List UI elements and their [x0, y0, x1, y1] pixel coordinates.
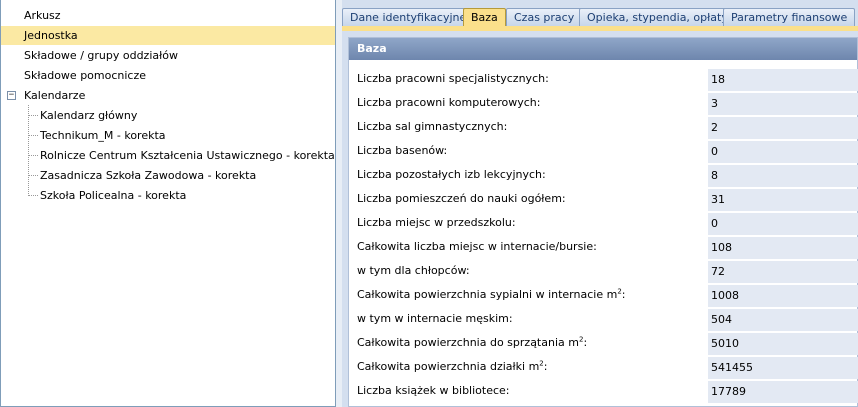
field-value[interactable]: 72 — [708, 261, 858, 283]
field-label-text: Liczba basenów: — [357, 144, 448, 157]
field-value[interactable]: 8 — [708, 165, 858, 187]
tree-item-technikum[interactable]: Technikum_M - korekta — [1, 126, 335, 145]
tab-baza[interactable]: Baza — [463, 8, 506, 26]
form-row: Liczba miejsc w przedszkolu: 0 — [349, 211, 858, 235]
tree-item-label: Składowe pomocnicze — [24, 69, 147, 82]
form-row: Liczba basenów: 0 — [349, 139, 858, 163]
tree-item-label: Zasadnicza Szkoła Zawodowa - korekta — [40, 169, 257, 182]
field-value[interactable]: 0 — [708, 213, 858, 235]
field-value[interactable]: 31 — [708, 189, 858, 211]
field-label: w tym w internacie męskim: — [357, 307, 513, 331]
tree-item-label: Technikum_M - korekta — [40, 129, 166, 142]
field-label-text: Całkowita liczba miejsc w internacie/bur… — [357, 240, 597, 253]
tree-item-label: Jednostka — [24, 29, 78, 42]
field-value[interactable]: 3 — [708, 93, 858, 115]
tab-strip: Dane identyfikacyjne Baza Czas pracy Opi… — [342, 8, 858, 26]
field-label-text: Liczba pozostałych izb lekcyjnych: — [357, 168, 546, 181]
tree-item-label: Arkusz — [24, 9, 61, 22]
field-label: Liczba sal gimnastycznych: — [357, 115, 507, 139]
field-label-text: Liczba sal gimnastycznych: — [357, 120, 508, 133]
field-label: Liczba książek w bibliotece: — [357, 379, 510, 403]
field-value[interactable]: 504 — [708, 309, 858, 331]
field-label-text: w tym w internacie męskim: — [357, 312, 513, 325]
tree-item-rolnicze-centrum[interactable]: Rolnicze Centrum Kształcenia Ustawiczneg… — [1, 146, 335, 165]
tree-item-zasadnicza-szkola[interactable]: Zasadnicza Szkoła Zawodowa - korekta — [1, 166, 335, 185]
baza-panel: Baza Liczba pracowni specjalistycznych: 1… — [348, 37, 858, 407]
form-row: Liczba pracowni komputerowych: 3 — [349, 91, 858, 115]
form-row: Całkowita liczba miejsc w internacie/bur… — [349, 235, 858, 259]
field-label: Liczba pracowni komputerowych: — [357, 91, 540, 115]
field-label: Całkowita powierzchnia działki m2: — [357, 355, 547, 379]
tree-item-kalendarz-glowny[interactable]: Kalendarz główny — [1, 106, 335, 125]
form-row: w tym dla chłopców: 72 — [349, 259, 858, 283]
field-label: Liczba miejsc w przedszkolu: — [357, 211, 516, 235]
field-label-text: Całkowita powierzchnia sypialni w intern… — [357, 288, 618, 301]
field-label: Liczba pozostałych izb lekcyjnych: — [357, 163, 546, 187]
tree-item-label: Składowe / grupy oddziałów — [24, 49, 178, 62]
field-label: Całkowita powierzchnia do sprzątania m2: — [357, 331, 587, 355]
field-value[interactable]: 0 — [708, 141, 858, 163]
navigation-tree: Arkusz Jednostka Składowe / grupy oddzia… — [0, 0, 336, 407]
tree-item-skladowe-pomocnicze[interactable]: Składowe pomocnicze — [1, 66, 335, 85]
field-label-text: Całkowita powierzchnia działki m — [357, 360, 540, 373]
tree-item-skladowe-grupy[interactable]: Składowe / grupy oddziałów — [1, 46, 335, 65]
field-label: Liczba basenów: — [357, 139, 447, 163]
field-label-text: Liczba miejsc w przedszkolu: — [357, 216, 516, 229]
form-row: Całkowita powierzchnia sypialni w intern… — [349, 283, 858, 307]
detail-pane: Dane identyfikacyjne Baza Czas pracy Opi… — [342, 0, 858, 407]
field-label-text: Liczba pomieszczeń do nauki ogółem: — [357, 192, 566, 205]
field-label-text: Liczba pracowni komputerowych: — [357, 96, 541, 109]
field-value[interactable]: 1008 — [708, 285, 858, 307]
form-row: Całkowita powierzchnia działki m2: 541455 — [349, 355, 858, 379]
field-value[interactable]: 18 — [708, 69, 858, 91]
field-value[interactable]: 5010 — [708, 333, 858, 355]
form-row: Liczba pomieszczeń do nauki ogółem: 31 — [349, 187, 858, 211]
tab-opieka-stypendia-oplaty[interactable]: Opieka, stypendia, opłaty — [579, 8, 736, 26]
field-label-text: Liczba pracowni specjalistycznych: — [357, 72, 549, 85]
field-label-text: w tym dla chłopców: — [357, 264, 470, 277]
field-value[interactable]: 2 — [708, 117, 858, 139]
tab-parametry-finansowe[interactable]: Parametry finansowe — [723, 8, 856, 26]
field-label: Liczba pracowni specjalistycznych: — [357, 67, 549, 91]
field-label: Całkowita powierzchnia sypialni w intern… — [357, 283, 626, 307]
tree-item-label: Rolnicze Centrum Kształcenia Ustawiczneg… — [40, 149, 335, 162]
panel-title: Baza — [349, 38, 857, 60]
label-suffix: : — [621, 288, 626, 301]
form-row: Całkowita powierzchnia do sprzątania m2:… — [349, 331, 858, 355]
label-suffix: : — [543, 360, 548, 373]
field-label-text: Liczba książek w bibliotece: — [357, 384, 510, 397]
form-row: w tym w internacie męskim: 504 — [349, 307, 858, 331]
tree-item-label: Kalendarze — [24, 89, 86, 102]
tab-czas-pracy[interactable]: Czas pracy — [506, 8, 583, 26]
tree-item-label: Kalendarz główny — [40, 109, 138, 122]
form-row: Liczba książek w bibliotece: 17789 — [349, 379, 858, 403]
active-tab-underline — [342, 26, 858, 31]
tab-dane-identyfikacyjne[interactable]: Dane identyfikacyjne — [342, 8, 475, 26]
tree-item-kalendarze[interactable]: − Kalendarze — [1, 86, 335, 105]
tree-item-label: Szkoła Policealna - korekta — [40, 189, 187, 202]
field-label-text: Całkowita powierzchnia do sprzątania m — [357, 336, 579, 349]
field-label: w tym dla chłopców: — [357, 259, 470, 283]
field-label: Liczba pomieszczeń do nauki ogółem: — [357, 187, 566, 211]
tree-item-szkola-policealna[interactable]: Szkoła Policealna - korekta — [1, 186, 335, 205]
tree-item-arkusz[interactable]: Arkusz — [1, 6, 335, 25]
form-row: Liczba sal gimnastycznych: 2 — [349, 115, 858, 139]
form-row: Liczba pracowni specjalistycznych: 18 — [349, 67, 858, 91]
tree-item-jednostka[interactable]: Jednostka — [1, 26, 335, 45]
field-value[interactable]: 108 — [708, 237, 858, 259]
field-value[interactable]: 541455 — [708, 357, 858, 379]
collapse-toggle-icon[interactable]: − — [7, 91, 16, 100]
field-value[interactable]: 17789 — [708, 381, 858, 403]
form-row: Liczba pozostałych izb lekcyjnych: 8 — [349, 163, 858, 187]
label-suffix: : — [583, 336, 588, 349]
field-label: Całkowita liczba miejsc w internacie/bur… — [357, 235, 597, 259]
